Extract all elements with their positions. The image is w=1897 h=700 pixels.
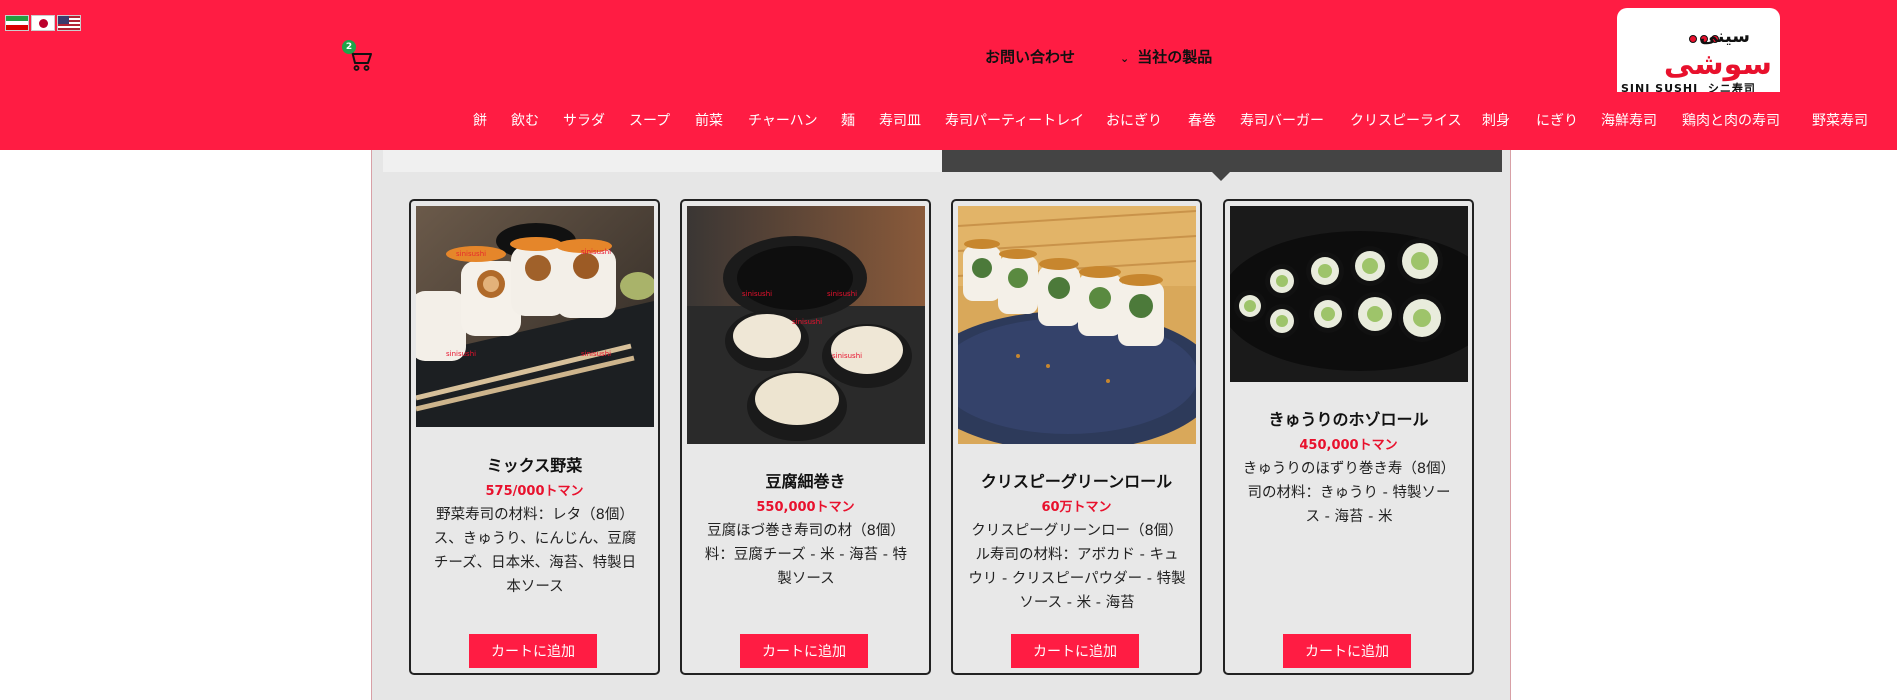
category-item[interactable]: 寿司皿 — [879, 110, 921, 130]
add-to-cart-button[interactable]: カートに追加 — [1011, 634, 1139, 668]
product-title[interactable]: 豆腐細巻き — [682, 468, 929, 492]
svg-text:sinisushi: sinisushi — [827, 290, 857, 298]
product-price: 575/000トマン — [485, 484, 584, 499]
product-price: 60万トマン — [1041, 500, 1112, 515]
svg-text:sinisushi: sinisushi — [832, 352, 862, 360]
active-tab-pointer — [1212, 172, 1230, 181]
product-card: sinisushi sinisushi sinisushi sinisushi … — [409, 199, 660, 675]
category-item[interactable]: 麺 — [841, 110, 855, 130]
svg-text:sinisushi: sinisushi — [792, 318, 822, 326]
japan-flag-icon[interactable] — [31, 15, 55, 31]
add-to-cart-button[interactable]: カートに追加 — [469, 634, 597, 668]
chevron-down-icon: ⌄ — [1120, 52, 1130, 65]
svg-text:sinisushi: sinisushi — [581, 350, 611, 358]
category-item[interactable]: 餅 — [473, 110, 487, 130]
product-image[interactable]: sinisushi sinisushi sinisushi sinisushi — [687, 206, 925, 444]
category-item[interactable]: にぎり — [1536, 110, 1578, 130]
product-image[interactable]: sinisushi sinisushi sinisushi sinisushi — [416, 206, 654, 427]
svg-text:sinisushi: sinisushi — [446, 350, 476, 358]
category-item[interactable]: おにぎり — [1106, 110, 1162, 130]
product-title[interactable]: クリスピーグリーンロール — [953, 468, 1200, 492]
category-item[interactable]: 野菜寿司 — [1812, 110, 1868, 130]
product-price: 450,000トマン — [1299, 438, 1398, 453]
product-card: クリスピーグリーンロール 60万トマン クリスピーグリーンロー（8個） ル寿司の… — [951, 199, 1202, 675]
category-item[interactable]: サラダ — [563, 110, 605, 130]
category-item[interactable]: 春巻 — [1188, 110, 1216, 130]
nav-products[interactable]: ⌄ 当社の製品 — [1120, 46, 1212, 68]
iran-flag-icon[interactable] — [5, 15, 29, 31]
logo-arabic-top: سینی — [1699, 26, 1750, 47]
nav-contact[interactable]: お問い合わせ — [985, 46, 1075, 68]
category-item[interactable]: 前菜 — [695, 110, 723, 130]
product-card: きゅうりのホゾロール 450,000トマン きゅうりのほずり巻き寿（8個） 司の… — [1223, 199, 1474, 675]
category-item[interactable]: スープ — [629, 110, 670, 130]
product-price: 550,000トマン — [756, 500, 855, 515]
language-switcher — [5, 15, 81, 31]
site-logo[interactable]: سینی سوشی SINI SUSHI シニ寿司 — [1617, 8, 1780, 92]
product-description: 豆腐ほづ巻き寿司の材（8個） 料：豆腐チーズ - 米 - 海苔 - 特 製ソース — [704, 523, 908, 587]
category-item[interactable]: 刺身 — [1482, 110, 1510, 130]
logo-footer: SINI SUSHI シニ寿司 — [1621, 82, 1756, 92]
product-image[interactable] — [958, 206, 1196, 444]
cart-count-badge: 2 — [342, 40, 356, 54]
product-title[interactable]: きゅうりのホゾロール — [1225, 406, 1472, 430]
category-nav: 餅 飲む サラダ スープ 前菜 チャーハン 麺 寿司皿 寿司パーティートレイ お… — [0, 110, 1897, 130]
category-item[interactable]: 海鮮寿司 — [1601, 110, 1657, 130]
product-card: sinisushi sinisushi sinisushi sinisushi … — [680, 199, 931, 675]
product-title[interactable]: ミックス野菜 — [411, 452, 658, 476]
product-image[interactable] — [1230, 206, 1468, 382]
product-description: きゅうりのほずり巻き寿（8個） 司の材料：きゅうり - 特製ソー ス - 海苔 … — [1242, 461, 1456, 525]
tab-bar-active[interactable] — [942, 150, 1502, 172]
add-to-cart-button[interactable]: カートに追加 — [740, 634, 868, 668]
category-item[interactable]: 寿司バーガー — [1240, 110, 1324, 130]
category-item[interactable]: 鶏肉と肉の寿司 — [1682, 110, 1780, 130]
add-to-cart-button[interactable]: カートに追加 — [1283, 634, 1411, 668]
category-item[interactable]: チャーハン — [748, 110, 818, 130]
category-item[interactable]: クリスピーライス — [1350, 110, 1462, 130]
products-section: sinisushi sinisushi sinisushi sinisushi … — [371, 150, 1511, 700]
site-header: 2 お問い合わせ ⌄ 当社の製品 سینی سوشی SINI SUSHI シニ寿… — [0, 0, 1897, 150]
svg-text:sinisushi: sinisushi — [581, 248, 611, 256]
product-description: 野菜寿司の材料：レタ（8個） ス、きゅうり、にんじん、豆腐 チーズ、日本米、海苔… — [433, 507, 637, 595]
svg-text:sinisushi: sinisushi — [742, 290, 772, 298]
tab-bar-inactive[interactable] — [383, 150, 943, 172]
usa-flag-icon[interactable] — [57, 15, 81, 31]
category-item[interactable]: 寿司パーティートレイ — [945, 110, 1084, 130]
svg-text:sinisushi: sinisushi — [456, 250, 486, 258]
logo-arabic-main: سوشی — [1663, 47, 1772, 82]
cart-button[interactable]: 2 — [342, 40, 375, 74]
category-item[interactable]: 飲む — [511, 110, 539, 130]
product-description: クリスピーグリーンロー（8個） ル寿司の材料：アボカド - キュ ウリ - クリ… — [968, 523, 1186, 611]
nav-products-label: 当社の製品 — [1137, 48, 1213, 66]
